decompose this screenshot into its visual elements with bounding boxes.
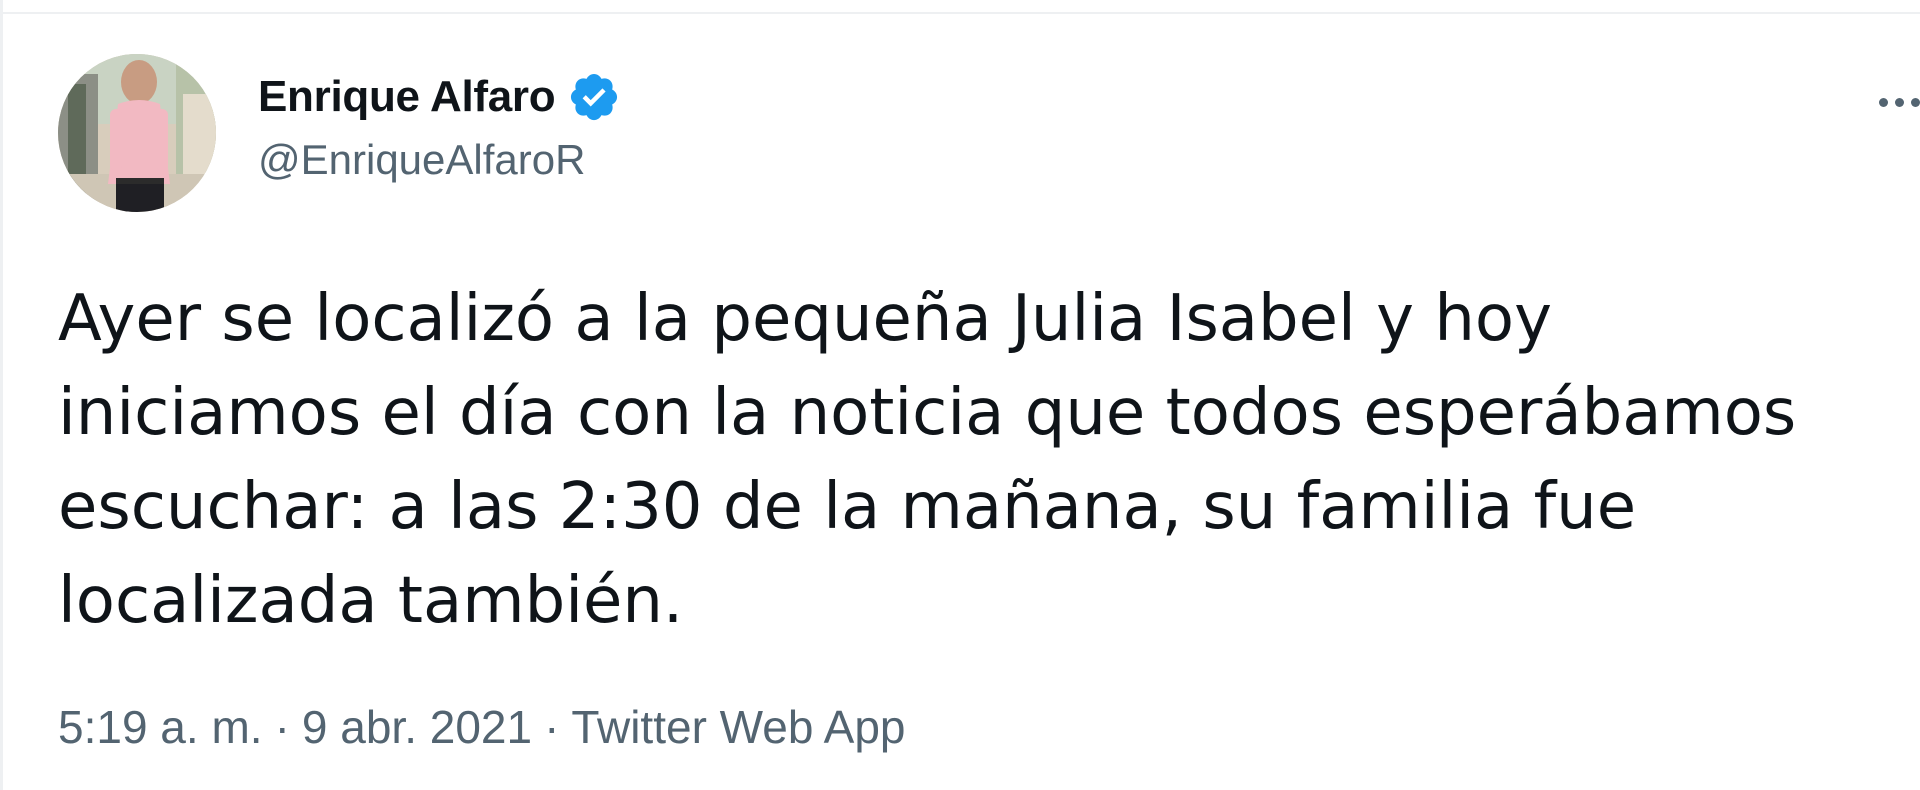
tweet-card: Enrique Alfaro @EnriqueAlfaroR Ayer se l… xyxy=(0,14,1920,790)
tweet-text: Ayer se localizó a la pequeña Julia Isab… xyxy=(58,282,1797,638)
more-options-icon[interactable] xyxy=(1873,92,1920,113)
verified-badge-icon xyxy=(567,70,621,124)
tweet-time[interactable]: 5:19 a. m. xyxy=(58,700,263,754)
author-handle[interactable]: @EnriqueAlfaroR xyxy=(258,136,621,184)
top-divider xyxy=(0,0,1920,14)
avatar[interactable] xyxy=(58,54,216,212)
avatar-photo xyxy=(58,54,216,212)
meta-separator: · xyxy=(544,701,560,753)
tweet-source[interactable]: Twitter Web App xyxy=(571,700,905,754)
meta-separator: · xyxy=(274,701,290,753)
tweet-metadata: 5:19 a. m. · 9 abr. 2021 · Twitter Web A… xyxy=(58,700,906,754)
tweet-date[interactable]: 9 abr. 2021 xyxy=(302,700,532,754)
author-display-name[interactable]: Enrique Alfaro xyxy=(258,72,556,122)
author-name-row: Enrique Alfaro xyxy=(258,66,621,128)
tweet-author: Enrique Alfaro @EnriqueAlfaroR xyxy=(258,66,621,184)
